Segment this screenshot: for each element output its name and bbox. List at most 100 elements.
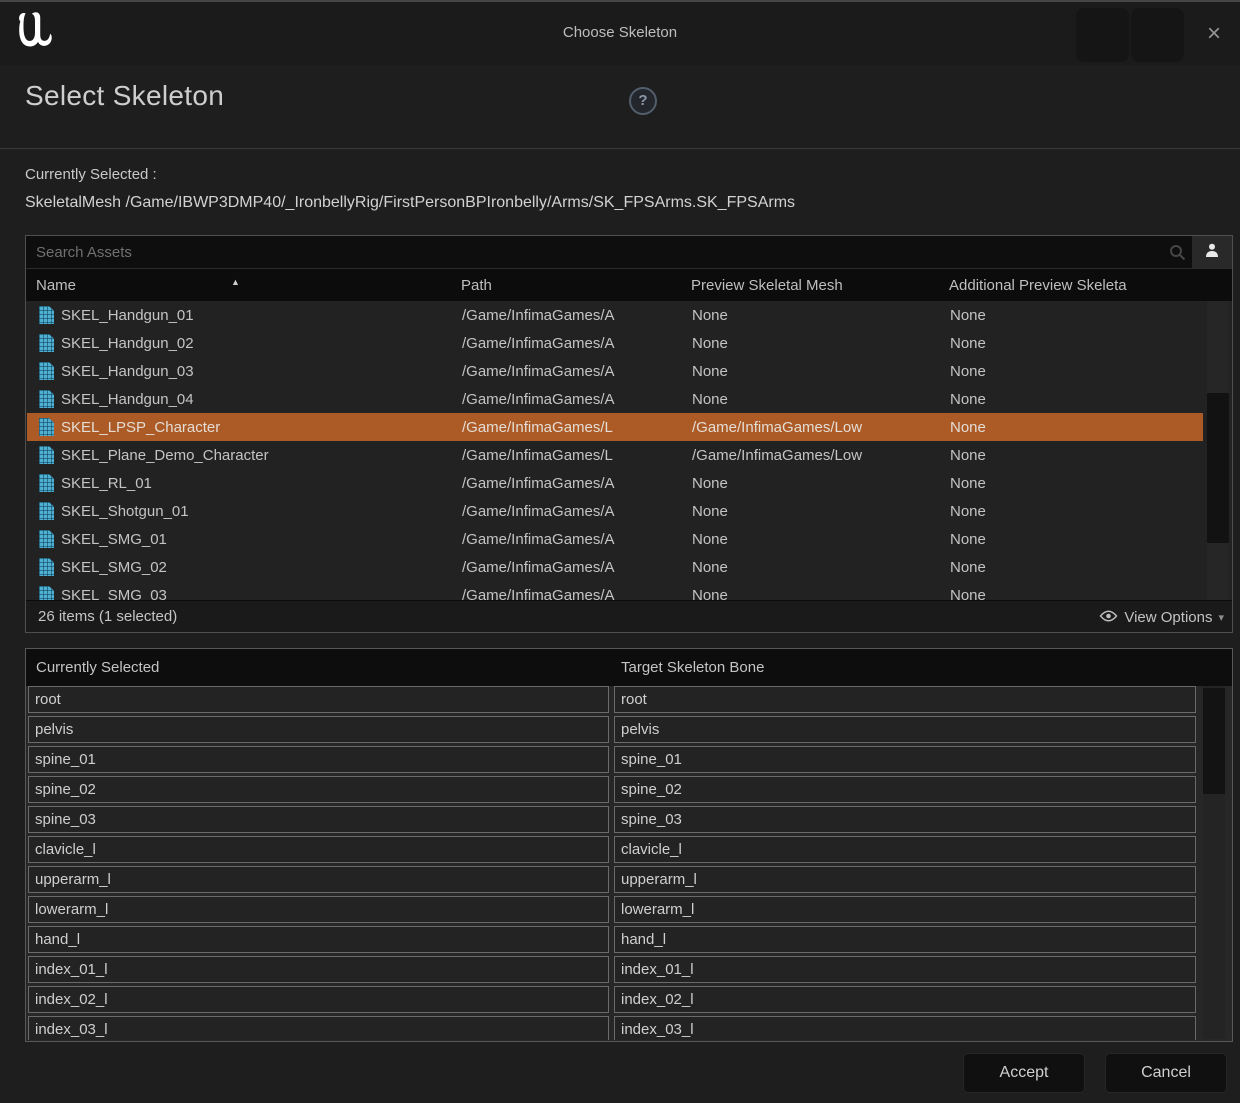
user-filter-button[interactable] — [1192, 236, 1232, 268]
asset-list-footer: 26 items (1 selected) View Options ▾ — [26, 600, 1232, 632]
asset-row[interactable]: SKEL_Plane_Demo_Character /Game/InfimaGa… — [27, 441, 1203, 469]
asset-path: /Game/InfimaGames/A — [462, 531, 692, 548]
asset-additional-preview: None — [950, 363, 1203, 380]
bone-target-cell: index_03_l — [614, 1016, 1196, 1040]
accept-button[interactable]: Accept — [963, 1053, 1085, 1093]
titlebar-button-primary[interactable] — [1131, 8, 1184, 62]
asset-name: SKEL_RL_01 — [61, 475, 462, 492]
asset-row[interactable]: SKEL_SMG_02 /Game/InfimaGames/A None Non… — [27, 553, 1203, 581]
bone-row: root root — [28, 686, 1196, 713]
asset-preview-mesh: None — [692, 503, 950, 520]
asset-additional-preview: None — [950, 587, 1203, 602]
asset-name: SKEL_LPSP_Character — [61, 419, 462, 436]
bone-current-cell: lowerarm_l — [28, 896, 609, 923]
asset-list-scrollbar[interactable] — [1207, 301, 1229, 601]
search-input[interactable] — [26, 236, 1156, 268]
asset-path: /Game/InfimaGames/A — [462, 363, 692, 380]
page-title: Select Skeleton — [25, 80, 224, 112]
bone-current-cell: spine_01 — [28, 746, 609, 773]
cancel-button[interactable]: Cancel — [1105, 1053, 1227, 1093]
asset-table-header: Name ▲ Path Preview Skeletal Mesh Additi… — [26, 269, 1232, 301]
asset-name: SKEL_Shotgun_01 — [61, 503, 462, 520]
help-icon[interactable]: ? — [629, 87, 657, 115]
column-header-path[interactable]: Path — [461, 277, 686, 294]
item-count-status: 26 items (1 selected) — [38, 608, 177, 625]
bone-target-cell: root — [614, 686, 1196, 713]
bone-target-cell: spine_03 — [614, 806, 1196, 833]
asset-row[interactable]: SKEL_SMG_03 /Game/InfimaGames/A None Non… — [27, 581, 1203, 601]
bone-mapping-panel: Currently Selected Target Skeleton Bone … — [25, 648, 1233, 1042]
asset-preview-mesh: None — [692, 307, 950, 324]
currently-selected-value: SkeletalMesh /Game/IBWP3DMP40/_Ironbelly… — [25, 194, 795, 212]
window-top-edge — [0, 0, 1240, 2]
skeleton-asset-icon — [39, 306, 54, 324]
asset-row[interactable]: SKEL_Handgun_01 /Game/InfimaGames/A None… — [27, 301, 1203, 329]
asset-row[interactable]: SKEL_Handgun_02 /Game/InfimaGames/A None… — [27, 329, 1203, 357]
search-icon — [1168, 243, 1186, 266]
bone-row: hand_l hand_l — [28, 926, 1196, 953]
header-divider — [0, 148, 1240, 149]
asset-preview-mesh: /Game/InfimaGames/Low — [692, 419, 950, 436]
view-options-button[interactable]: View Options ▾ — [1099, 605, 1224, 629]
bone-list-scrollbar-thumb[interactable] — [1203, 688, 1225, 794]
asset-name: SKEL_Handgun_02 — [61, 335, 462, 352]
view-options-label: View Options — [1124, 609, 1212, 626]
asset-preview-mesh: None — [692, 587, 950, 602]
bone-current-cell: index_01_l — [28, 956, 609, 983]
column-header-preview[interactable]: Preview Skeletal Mesh — [691, 277, 944, 294]
asset-name: SKEL_SMG_03 — [61, 587, 462, 602]
asset-additional-preview: None — [950, 559, 1203, 576]
close-icon[interactable]: × — [1198, 18, 1230, 50]
asset-path: /Game/InfimaGames/A — [462, 391, 692, 408]
asset-path: /Game/InfimaGames/L — [462, 447, 692, 464]
bone-current-cell: spine_03 — [28, 806, 609, 833]
bone-row: clavicle_l clavicle_l — [28, 836, 1196, 863]
bone-current-cell: hand_l — [28, 926, 609, 953]
bone-list-scrollbar[interactable] — [1203, 686, 1225, 1039]
bone-row: spine_01 spine_01 — [28, 746, 1196, 773]
asset-preview-mesh: None — [692, 475, 950, 492]
bone-target-cell: upperarm_l — [614, 866, 1196, 893]
bone-target-cell: index_02_l — [614, 986, 1196, 1013]
asset-additional-preview: None — [950, 391, 1203, 408]
asset-path: /Game/InfimaGames/A — [462, 587, 692, 602]
asset-path: /Game/InfimaGames/A — [462, 307, 692, 324]
bone-list: root root pelvis pelvis spine_01 spine_0… — [28, 686, 1196, 1040]
column-header-additional[interactable]: Additional Preview Skeleta — [949, 277, 1231, 294]
asset-picker-panel: Name ▲ Path Preview Skeletal Mesh Additi… — [25, 235, 1233, 633]
asset-list-scrollbar-thumb[interactable] — [1207, 393, 1229, 543]
bone-target-cell: index_01_l — [614, 956, 1196, 983]
asset-preview-mesh: None — [692, 559, 950, 576]
asset-row[interactable]: SKEL_Shotgun_01 /Game/InfimaGames/A None… — [27, 497, 1203, 525]
bone-target-cell: lowerarm_l — [614, 896, 1196, 923]
asset-name: SKEL_Handgun_03 — [61, 363, 462, 380]
skeleton-asset-icon — [39, 586, 54, 601]
asset-additional-preview: None — [950, 475, 1203, 492]
chevron-down-icon: ▾ — [1218, 611, 1224, 624]
asset-additional-preview: None — [950, 335, 1203, 352]
bone-column-current: Currently Selected — [36, 659, 159, 676]
column-header-name[interactable]: Name — [36, 277, 456, 294]
asset-row[interactable]: SKEL_SMG_01 /Game/InfimaGames/A None Non… — [27, 525, 1203, 553]
asset-row[interactable]: SKEL_Handgun_03 /Game/InfimaGames/A None… — [27, 357, 1203, 385]
currently-selected-label: Currently Selected : — [25, 166, 157, 183]
titlebar-button-secondary[interactable] — [1076, 8, 1129, 62]
title-bar: Choose Skeleton × — [0, 0, 1240, 65]
bone-current-cell: spine_02 — [28, 776, 609, 803]
asset-preview-mesh: None — [692, 391, 950, 408]
asset-preview-mesh: None — [692, 363, 950, 380]
bone-current-cell: root — [28, 686, 609, 713]
bone-row: index_02_l index_02_l — [28, 986, 1196, 1013]
bone-target-cell: spine_02 — [614, 776, 1196, 803]
skeleton-asset-icon — [39, 418, 54, 436]
asset-additional-preview: None — [950, 419, 1203, 436]
search-bar — [26, 236, 1232, 269]
sort-ascending-icon: ▲ — [231, 277, 240, 287]
asset-row[interactable]: SKEL_Handgun_04 /Game/InfimaGames/A None… — [27, 385, 1203, 413]
asset-row[interactable]: SKEL_LPSP_Character /Game/InfimaGames/L … — [27, 413, 1203, 441]
asset-name: SKEL_SMG_01 — [61, 531, 462, 548]
asset-path: /Game/InfimaGames/A — [462, 475, 692, 492]
asset-row[interactable]: SKEL_RL_01 /Game/InfimaGames/A None None — [27, 469, 1203, 497]
asset-additional-preview: None — [950, 531, 1203, 548]
asset-preview-mesh: /Game/InfimaGames/Low — [692, 447, 950, 464]
